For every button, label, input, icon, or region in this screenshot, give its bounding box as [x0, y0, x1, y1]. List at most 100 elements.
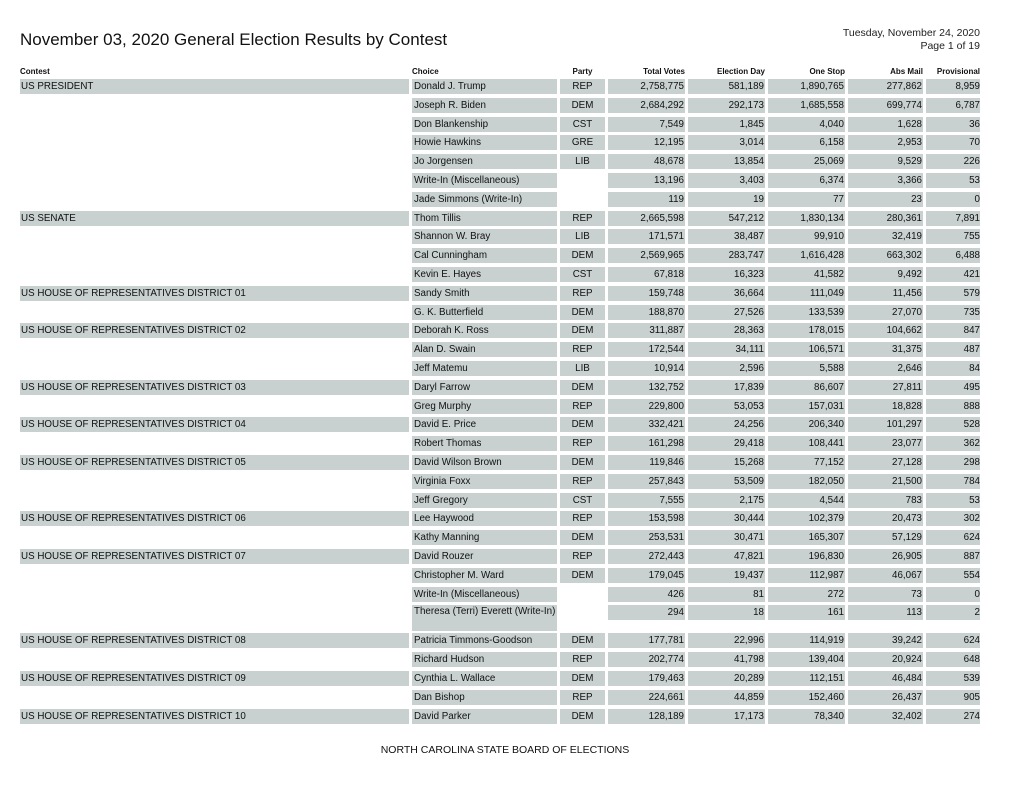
cell-choice: Daryl Farrow [412, 379, 557, 395]
cell-one-stop: 1,685,558 [768, 97, 845, 113]
cell-election-day: 38,487 [688, 229, 765, 245]
cell-abs-mail: 32,402 [848, 708, 923, 724]
cell-party: REP [560, 689, 605, 705]
table-row: US HOUSE OF REPRESENTATIVES DISTRICT 02 D… [20, 322, 982, 341]
cell-party: REP [560, 79, 605, 94]
cell-election-day: 20,289 [688, 670, 765, 686]
table-row: US HOUSE OF REPRESENTATIVES DISTRICT 07 D… [20, 548, 982, 567]
cell-one-stop: 4,544 [768, 492, 845, 508]
cell-one-stop: 182,050 [768, 473, 845, 489]
cell-choice: Lee Haywood [412, 511, 557, 527]
table-row: Write-In (Miscellaneous) 13,196 3,403 6,374… [20, 172, 982, 191]
cell-total-votes: 10,914 [608, 360, 685, 376]
cell-contest [20, 652, 409, 667]
table-row: Jo Jorgensen LIB 48,678 13,854 25,069 9,529 22… [20, 153, 982, 172]
cell-contest [20, 98, 409, 113]
cell-contest [20, 192, 409, 207]
cell-abs-mail: 2,953 [848, 135, 923, 151]
cell-abs-mail: 101,297 [848, 417, 923, 433]
cell-total-votes: 67,818 [608, 266, 685, 282]
cell-provisional: 302 [926, 511, 980, 527]
cell-choice: Theresa (Terri) Everett (Write-In) [412, 605, 557, 632]
cell-contest [20, 690, 409, 705]
cell-one-stop: 139,404 [768, 652, 845, 668]
cell-total-votes: 332,421 [608, 417, 685, 433]
cell-provisional: 528 [926, 417, 980, 433]
cell-abs-mail: 3,366 [848, 172, 923, 188]
cell-abs-mail: 783 [848, 492, 923, 508]
table-row: US HOUSE OF REPRESENTATIVES DISTRICT 03 D… [20, 379, 982, 398]
cell-provisional: 887 [926, 548, 980, 564]
cell-abs-mail: 23 [848, 191, 923, 207]
cell-choice: Robert Thomas [412, 436, 557, 452]
table-row: US SENATE Thom Tillis REP 2,665,598 547,212 1… [20, 210, 982, 229]
cell-one-stop: 99,910 [768, 229, 845, 245]
cell-election-day: 30,471 [688, 530, 765, 546]
cell-party: REP [560, 285, 605, 301]
cell-one-stop: 165,307 [768, 530, 845, 546]
cell-choice: Cal Cunningham [412, 248, 557, 264]
cell-abs-mail: 46,067 [848, 567, 923, 583]
cell-contest: US HOUSE OF REPRESENTATIVES DISTRICT 05 [20, 454, 409, 470]
cell-choice: Virginia Foxx [412, 473, 557, 489]
cell-abs-mail: 277,862 [848, 79, 923, 94]
col-header-choice: Choice [412, 67, 439, 76]
cell-total-votes: 179,045 [608, 567, 685, 583]
cell-election-day: 18 [688, 605, 765, 621]
cell-party: REP [560, 342, 605, 358]
col-header-party: Party [572, 67, 593, 76]
cell-abs-mail: 18,828 [848, 398, 923, 414]
cell-contest [20, 342, 409, 357]
cell-party: LIB [560, 360, 605, 376]
cell-party: DEM [560, 323, 605, 339]
cell-party: DEM [560, 417, 605, 433]
table-row: US HOUSE OF REPRESENTATIVES DISTRICT 08 P… [20, 632, 982, 651]
cell-party: REP [560, 436, 605, 452]
cell-choice: Don Blankenship [412, 116, 557, 132]
cell-total-votes: 161,298 [608, 436, 685, 452]
cell-party: DEM [560, 670, 605, 686]
cell-election-day: 36,664 [688, 285, 765, 301]
cell-choice: David Parker [412, 708, 557, 724]
cell-party: DEM [560, 248, 605, 264]
cell-total-votes: 128,189 [608, 708, 685, 724]
cell-abs-mail: 9,529 [848, 154, 923, 170]
cell-total-votes: 119 [608, 191, 685, 207]
table-row: Write-In (Miscellaneous) 426 81 272 73 0 [20, 586, 982, 605]
cell-party: REP [560, 398, 605, 414]
cell-contest [20, 229, 409, 244]
cell-contest [20, 154, 409, 169]
cell-provisional: 539 [926, 670, 980, 686]
cell-total-votes: 2,569,965 [608, 248, 685, 264]
cell-choice: Christopher M. Ward [412, 567, 557, 583]
cell-abs-mail: 26,905 [848, 548, 923, 564]
cell-election-day: 2,596 [688, 360, 765, 376]
col-header-one-stop: One Stop [809, 67, 845, 76]
cell-one-stop: 5,588 [768, 360, 845, 376]
cell-total-votes: 272,443 [608, 548, 685, 564]
cell-total-votes: 188,870 [608, 304, 685, 320]
cell-contest [20, 605, 409, 620]
cell-one-stop: 108,441 [768, 436, 845, 452]
cell-total-votes: 311,887 [608, 323, 685, 339]
table-body: US PRESIDENT Donald J. Trump REP 2,758,775 5… [20, 78, 982, 726]
cell-one-stop: 157,031 [768, 398, 845, 414]
cell-election-day: 22,996 [688, 633, 765, 649]
table-row: US HOUSE OF REPRESENTATIVES DISTRICT 09 C… [20, 670, 982, 689]
cell-abs-mail: 73 [848, 586, 923, 602]
cell-one-stop: 112,987 [768, 567, 845, 583]
cell-party: REP [560, 210, 605, 226]
cell-contest [20, 305, 409, 320]
table-header: Contest Choice Party Total Votes Electio… [20, 64, 982, 78]
cell-election-day: 24,256 [688, 417, 765, 433]
cell-total-votes: 426 [608, 586, 685, 602]
cell-provisional: 755 [926, 229, 980, 245]
cell-choice: Howie Hawkins [412, 135, 557, 151]
cell-party: DEM [560, 567, 605, 583]
cell-total-votes: 177,781 [608, 633, 685, 649]
cell-party: CST [560, 266, 605, 282]
table-row: US HOUSE OF REPRESENTATIVES DISTRICT 06 L… [20, 510, 982, 529]
cell-party: REP [560, 473, 605, 489]
cell-choice: Write-In (Miscellaneous) [412, 172, 557, 188]
cell-total-votes: 257,843 [608, 473, 685, 489]
